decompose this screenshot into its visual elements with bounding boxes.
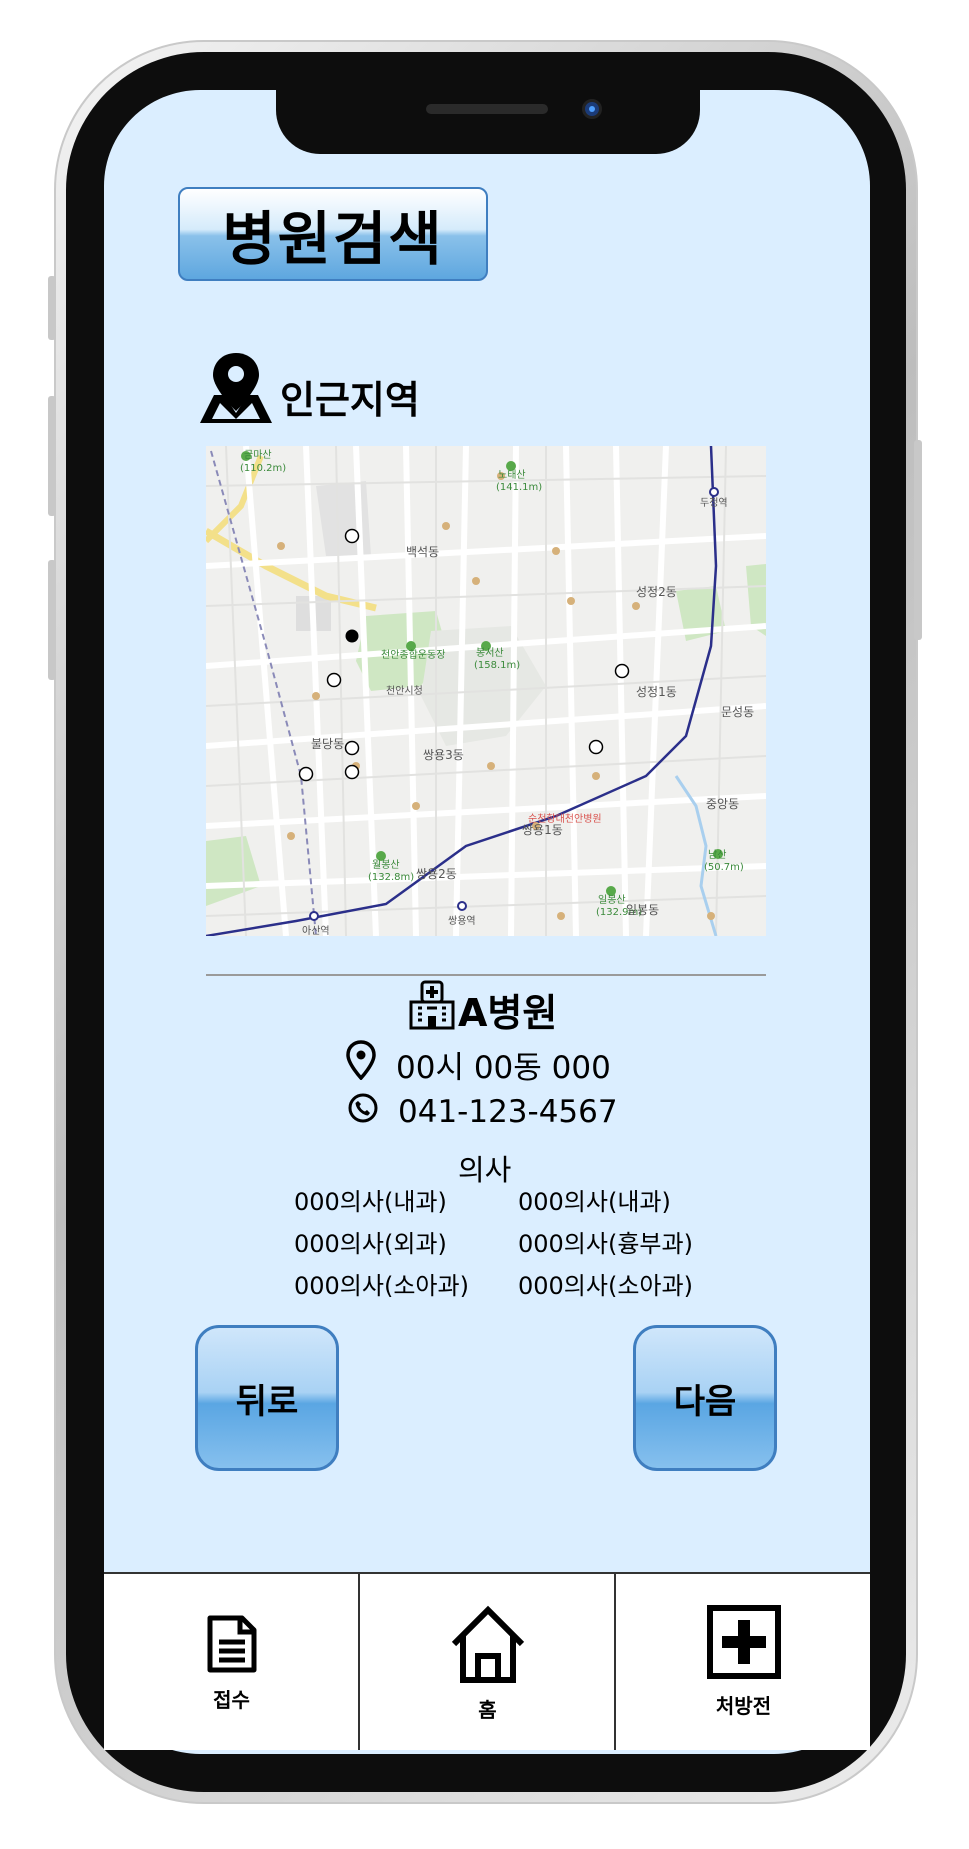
selected-hospital-marker[interactable] [345,629,359,643]
divider [206,974,766,976]
station-icon [709,487,719,497]
address-row: 00시 00동 000 [346,1040,611,1088]
hospital-marker [298,766,314,782]
map-label: 쌍용역 [448,915,476,927]
station-icon [309,911,319,921]
hospital-marker [588,739,604,755]
phone-row: 041-123-4567 [348,1093,618,1131]
hospital-heading: A병원 [408,978,557,1040]
map-label: 순천향대천안병원 [528,813,602,825]
map-label: 봉서산 [476,647,504,659]
hospital-phone[interactable]: 041-123-4567 [398,1094,618,1130]
map-label: 쌍용1동 [522,823,563,837]
side-button [48,560,56,680]
station-icon [457,901,467,911]
map-label: 쌍용3동 [423,748,464,762]
nearby-map[interactable]: 금마산 (110.2m) 노태산 (141.1m) 봉서산 (158.1m) 일… [206,446,766,936]
doctor-item: 000의사(소아과) [294,1272,469,1300]
map-label: (110.2m) [240,463,286,474]
document-icon [204,1614,260,1678]
map-label: 금마산 [244,449,272,461]
hospital-marker [326,672,342,688]
side-button [48,276,56,340]
map-label: 불당동 [311,737,344,751]
phone-icon [348,1093,378,1131]
map-label: 문성동 [721,705,754,719]
map-label: 일봉산 [598,894,626,906]
tab-label: 접수 [213,1688,250,1712]
map-label: 일봉동 [626,903,659,917]
side-button [48,396,56,516]
doctor-item: 000의사(외과) [294,1230,447,1258]
tab-bar: 접수 홈 처방전 [104,1572,870,1750]
doctors-title: 의사 [458,1153,512,1187]
home-icon [448,1604,528,1688]
tab-label: 처방전 [715,1694,772,1718]
map-label: 성정1동 [636,685,677,699]
back-button[interactable]: 뒤로 [195,1325,339,1471]
next-button[interactable]: 다음 [633,1325,777,1471]
map-label: 중앙동 [706,797,739,811]
map-label: (141.1m) [496,482,542,493]
doctor-item: 000의사(소아과) [518,1272,693,1300]
nearby-section-header: 인근지역 [198,350,420,430]
hospital-marker [344,764,360,780]
tab-reception[interactable]: 접수 [104,1574,359,1750]
location-pin-icon [346,1040,376,1088]
notch [276,88,700,154]
tab-home[interactable]: 홈 [360,1574,615,1750]
nearby-label: 인근지역 [280,376,420,422]
doctor-item: 000의사(내과) [294,1188,447,1216]
map-label: 쌍용2동 [416,867,457,881]
camera-icon [582,99,602,119]
hospital-address: 00시 00동 000 [396,1049,611,1086]
hospital-marker [344,528,360,544]
page-title-button[interactable]: 병원검색 [178,187,488,281]
map-label: 두정역 [700,497,728,509]
side-button [914,440,922,640]
doctor-item: 000의사(흉부과) [518,1230,693,1258]
map-label: 백석동 [406,545,439,559]
map-label: 월봉산 [372,859,400,871]
map-label: 남산 [708,849,726,861]
tab-prescription[interactable]: 처방전 [616,1574,871,1750]
map-label: (158.1m) [474,660,520,671]
speaker [426,104,548,114]
map-label: (132.8m) [368,872,414,883]
doctor-item: 000의사(내과) [518,1188,671,1216]
medical-cross-icon [706,1604,782,1684]
map-label: 노태산 [498,469,526,481]
hospital-icon [408,980,456,1039]
hospital-name: A병원 [458,990,558,1035]
map-label: 천안종합운동장 [381,649,445,661]
tab-label: 홈 [478,1698,497,1722]
map-label: (50.7m) [704,862,744,873]
map-label: 아산역 [302,925,330,936]
hospital-marker [344,740,360,756]
map-label: 천안시청 [386,685,423,697]
map-pin-icon [198,349,274,431]
map-label: 성정2동 [636,585,677,599]
hospital-marker [614,663,630,679]
